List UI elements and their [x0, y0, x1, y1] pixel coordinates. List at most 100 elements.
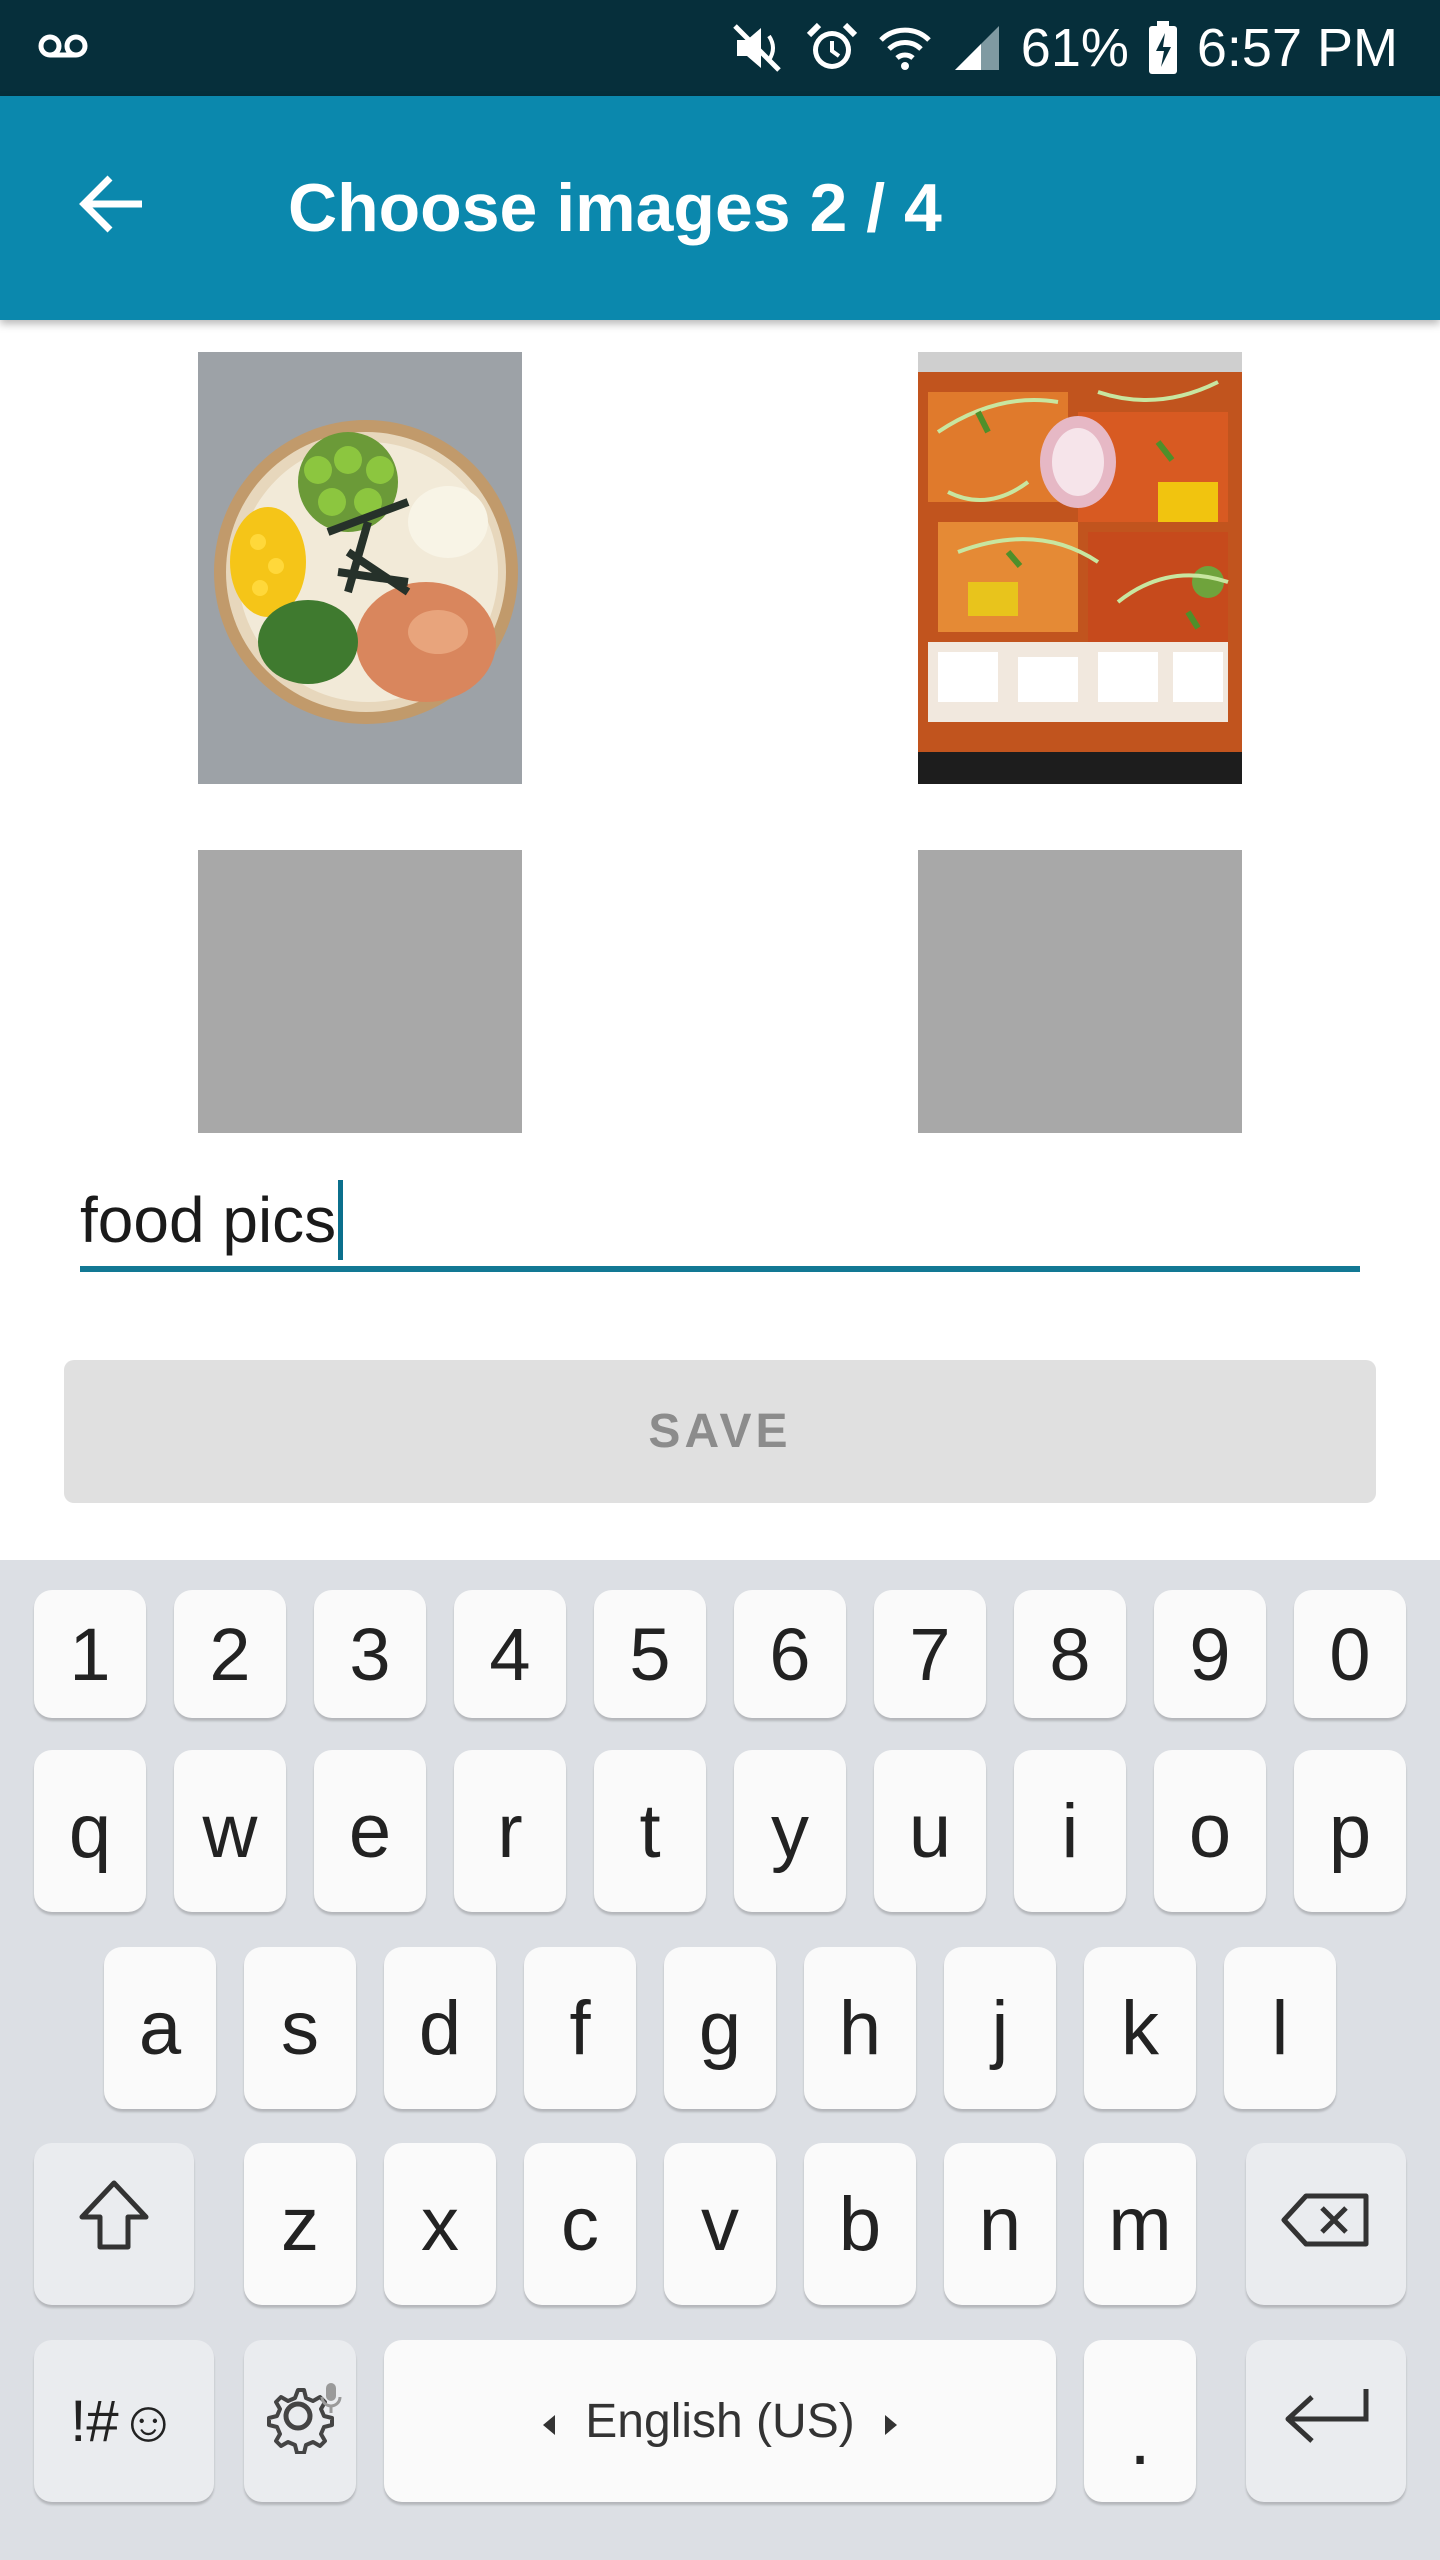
image-slot-1[interactable]: [198, 352, 522, 784]
key-l[interactable]: l: [1224, 1947, 1336, 2109]
key-label: v: [701, 2181, 739, 2267]
settings-key[interactable]: [244, 2340, 356, 2502]
image-slot-2[interactable]: [918, 352, 1242, 784]
text-cursor: [338, 1180, 344, 1260]
battery-charging-icon: [1147, 21, 1179, 75]
key-7[interactable]: 7: [874, 1590, 986, 1718]
key-v[interactable]: v: [664, 2143, 776, 2305]
key-label: y: [771, 1788, 809, 1874]
key-label: h: [838, 1985, 882, 2071]
key-label: b: [838, 2181, 882, 2267]
image-slot-3[interactable]: [198, 850, 522, 1133]
key-f[interactable]: f: [524, 1947, 636, 2109]
key-d[interactable]: d: [384, 1947, 496, 2109]
key-label: f: [569, 1985, 591, 2071]
key-label: t: [639, 1788, 661, 1874]
key-q[interactable]: q: [34, 1750, 146, 1912]
key-label: p: [1328, 1788, 1372, 1874]
key-label: j: [991, 1985, 1009, 2071]
poke-bowl-photo: [198, 352, 522, 784]
back-button[interactable]: [56, 156, 166, 256]
key-label: 7: [909, 1612, 951, 1696]
period-key[interactable]: .: [1084, 2340, 1196, 2502]
key-label: 8: [1049, 1612, 1091, 1696]
key-x[interactable]: x: [384, 2143, 496, 2305]
clock: 6:57 PM: [1196, 18, 1398, 78]
key-label: 6: [769, 1612, 811, 1696]
key-o[interactable]: o: [1154, 1750, 1266, 1912]
wifi-icon: [877, 22, 933, 74]
key-a[interactable]: a: [104, 1947, 216, 2109]
key-label: i: [1061, 1788, 1079, 1874]
enter-icon: [1278, 2378, 1374, 2465]
key-8[interactable]: 8: [1014, 1590, 1126, 1718]
key-label: l: [1271, 1985, 1289, 2071]
key-0[interactable]: 0: [1294, 1590, 1406, 1718]
key-label: d: [418, 1985, 462, 2071]
key-label: English (US): [585, 2394, 855, 2448]
signal-icon: [951, 22, 1003, 74]
shift-icon: [74, 2175, 154, 2273]
key-4[interactable]: 4: [454, 1590, 566, 1718]
key-label: q: [68, 1788, 112, 1874]
key-label: 5: [629, 1612, 671, 1696]
key-label: 9: [1189, 1612, 1231, 1696]
key-c[interactable]: c: [524, 2143, 636, 2305]
mute-icon: [731, 22, 787, 74]
key-label: z: [281, 2181, 319, 2267]
arrow-left-icon: [76, 172, 146, 241]
input-underline: [80, 1266, 1360, 1272]
key-t[interactable]: t: [594, 1750, 706, 1912]
key-z[interactable]: z: [244, 2143, 356, 2305]
image-slot-4[interactable]: [918, 850, 1242, 1133]
key-p[interactable]: p: [1294, 1750, 1406, 1912]
key-label: s: [281, 1985, 319, 2071]
key-u[interactable]: u: [874, 1750, 986, 1912]
key-label: o: [1188, 1788, 1232, 1874]
key-e[interactable]: e: [314, 1750, 426, 1912]
backspace-key[interactable]: [1246, 2143, 1406, 2305]
key-label: 3: [349, 1612, 391, 1696]
key-label: k: [1121, 1985, 1159, 2071]
key-y[interactable]: y: [734, 1750, 846, 1912]
album-name-field[interactable]: food pics: [80, 1180, 1360, 1270]
key-label: .: [1129, 2396, 1151, 2481]
key-r[interactable]: r: [454, 1750, 566, 1912]
key-1[interactable]: 1: [34, 1590, 146, 1718]
key-b[interactable]: b: [804, 2143, 916, 2305]
key-label: c: [561, 2181, 599, 2267]
key-label: 0: [1329, 1612, 1371, 1696]
backspace-icon: [1278, 2181, 1374, 2268]
app-bar: Choose images 2 / 4: [0, 96, 1440, 320]
key-i[interactable]: i: [1014, 1750, 1126, 1912]
key-5[interactable]: 5: [594, 1590, 706, 1718]
save-button[interactable]: SAVE: [64, 1360, 1376, 1503]
key-s[interactable]: s: [244, 1947, 356, 2109]
key-label: e: [348, 1788, 392, 1874]
key-label: a: [138, 1985, 182, 2071]
key-label: 1: [69, 1612, 111, 1696]
arrow-right-small-icon: [883, 2394, 899, 2449]
key-9[interactable]: 9: [1154, 1590, 1266, 1718]
key-j[interactable]: j: [944, 1947, 1056, 2109]
space-key[interactable]: English (US): [384, 2340, 1056, 2502]
key-6[interactable]: 6: [734, 1590, 846, 1718]
key-w[interactable]: w: [174, 1750, 286, 1912]
keyboard: 1 2 3 4 5 6 7 8 9 0 q w e r t y u i o p …: [0, 1560, 1440, 2560]
key-m[interactable]: m: [1084, 2143, 1196, 2305]
key-n[interactable]: n: [944, 2143, 1056, 2305]
battery-percent: 61%: [1020, 18, 1129, 78]
key-label: !#☺: [70, 2388, 178, 2454]
shift-key[interactable]: [34, 2143, 194, 2305]
key-label: 2: [209, 1612, 251, 1696]
alarm-icon: [805, 21, 859, 75]
symbols-key[interactable]: !#☺: [34, 2340, 214, 2502]
enter-key[interactable]: [1246, 2340, 1406, 2502]
key-label: n: [978, 2181, 1022, 2267]
sushi-roll-photo: [918, 352, 1242, 784]
key-3[interactable]: 3: [314, 1590, 426, 1718]
key-g[interactable]: g: [664, 1947, 776, 2109]
key-k[interactable]: k: [1084, 1947, 1196, 2109]
key-h[interactable]: h: [804, 1947, 916, 2109]
key-2[interactable]: 2: [174, 1590, 286, 1718]
